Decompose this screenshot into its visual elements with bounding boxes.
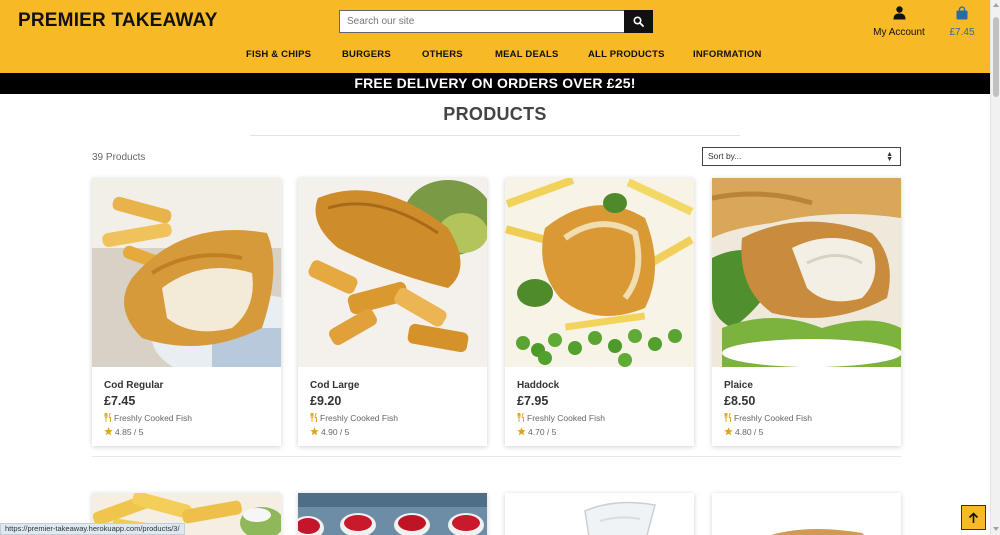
- back-to-top-button[interactable]: [961, 505, 986, 530]
- product-category[interactable]: Freshly Cooked Fish: [724, 413, 812, 423]
- arrow-up-icon: [968, 511, 979, 523]
- shopping-bag-link[interactable]: £7.45: [944, 6, 980, 38]
- nav-item-others[interactable]: OTHERS: [422, 49, 463, 60]
- cart-total: £7.45: [949, 27, 975, 38]
- sort-select[interactable]: Sort by... ▲ ▼: [702, 147, 901, 166]
- utensils-icon: [517, 413, 524, 422]
- product-price: £9.20: [310, 394, 342, 408]
- product-category-label: Freshly Cooked Fish: [320, 413, 398, 423]
- product-price: £8.50: [724, 394, 756, 408]
- star-icon: [517, 427, 526, 436]
- sort-caret-icon: ▲ ▼: [886, 151, 893, 163]
- product-name[interactable]: Plaice: [724, 380, 753, 391]
- search-button[interactable]: [624, 10, 653, 33]
- product-card[interactable]: Cod Large £9.20 Freshly Cooked Fish 4.90…: [298, 178, 487, 446]
- product-rating: 4.70 / 5: [517, 427, 556, 437]
- star-icon: [104, 427, 113, 436]
- utensils-icon: [724, 413, 731, 422]
- product-name[interactable]: Cod Large: [310, 380, 359, 391]
- product-category[interactable]: Freshly Cooked Fish: [517, 413, 605, 423]
- product-rating: 4.90 / 5: [310, 427, 349, 437]
- product-count: 39 Products: [92, 152, 146, 163]
- page-scrollbar[interactable]: [990, 0, 1000, 535]
- status-bar-url: https://premier-takeaway.herokuapp.com/p…: [0, 523, 185, 535]
- my-account-label: My Account: [873, 27, 925, 38]
- utensils-icon: [104, 413, 111, 422]
- scroll-down-arrow-icon[interactable]: [993, 527, 999, 531]
- product-rating-value: 4.70 / 5: [528, 427, 557, 437]
- product-category[interactable]: Freshly Cooked Fish: [104, 413, 192, 423]
- product-rating-value: 4.90 / 5: [321, 427, 350, 437]
- star-icon: [310, 427, 319, 436]
- product-card[interactable]: Cod Regular £7.45 Freshly Cooked Fish 4.…: [92, 178, 281, 446]
- utensils-icon: [310, 413, 317, 422]
- product-image[interactable]: [92, 178, 281, 367]
- delivery-banner: FREE DELIVERY ON ORDERS OVER £25!: [0, 73, 990, 94]
- shopping-bag-icon: [956, 6, 968, 20]
- star-icon: [724, 427, 733, 436]
- page-title: PRODUCTS: [443, 104, 547, 124]
- product-rating: 4.85 / 5: [104, 427, 143, 437]
- nav-item-all-products[interactable]: ALL PRODUCTS: [588, 49, 665, 60]
- product-rating-value: 4.85 / 5: [115, 427, 144, 437]
- my-account-link[interactable]: My Account: [868, 6, 930, 38]
- product-card-image-partial[interactable]: [298, 493, 487, 535]
- search-form: [339, 10, 653, 33]
- scroll-up-arrow-icon[interactable]: [993, 3, 999, 7]
- nav-item-fish-chips[interactable]: FISH & CHIPS: [246, 49, 311, 60]
- main-nav: FISH & CHIPS BURGERS OTHERS MEAL DEALS A…: [0, 49, 990, 65]
- nav-item-meal-deals[interactable]: MEAL DEALS: [495, 49, 559, 60]
- product-image[interactable]: [712, 178, 901, 367]
- product-category-label: Freshly Cooked Fish: [734, 413, 812, 423]
- product-rating-value: 4.80 / 5: [735, 427, 764, 437]
- nav-item-burgers[interactable]: BURGERS: [342, 49, 391, 60]
- product-category-label: Freshly Cooked Fish: [114, 413, 192, 423]
- product-image[interactable]: [298, 178, 487, 367]
- site-header: PREMIER TAKEAWAY My Account £7.45 FISH &…: [0, 0, 990, 73]
- product-name[interactable]: Cod Regular: [104, 380, 163, 391]
- user-icon: [893, 6, 905, 20]
- search-input[interactable]: [339, 10, 625, 33]
- product-rating: 4.80 / 5: [724, 427, 763, 437]
- product-card[interactable]: Plaice £8.50 Freshly Cooked Fish 4.80 / …: [712, 178, 901, 446]
- product-card[interactable]: Haddock £7.95 Freshly Cooked Fish 4.70 /…: [505, 178, 694, 446]
- product-category[interactable]: Freshly Cooked Fish: [310, 413, 398, 423]
- scroll-thumb[interactable]: [993, 17, 999, 97]
- product-image[interactable]: [505, 178, 694, 367]
- row-divider: [92, 456, 901, 457]
- sort-select-value: Sort by...: [708, 151, 742, 161]
- product-price: £7.95: [517, 394, 549, 408]
- search-icon: [633, 16, 644, 27]
- product-card-image-partial[interactable]: [712, 493, 901, 535]
- product-price: £7.45: [104, 394, 136, 408]
- product-name[interactable]: Haddock: [517, 380, 559, 391]
- site-logo[interactable]: PREMIER TAKEAWAY: [18, 10, 218, 32]
- title-divider: [250, 135, 740, 136]
- nav-item-information[interactable]: INFORMATION: [693, 49, 762, 60]
- product-card-image-partial[interactable]: [505, 493, 694, 535]
- product-category-label: Freshly Cooked Fish: [527, 413, 605, 423]
